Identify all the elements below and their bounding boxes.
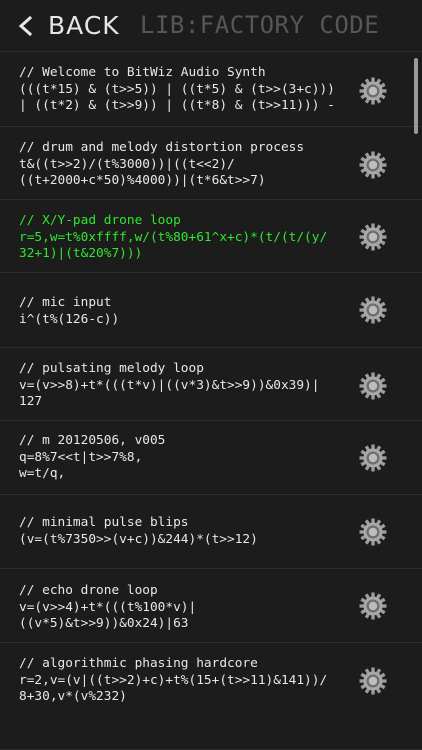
gear-icon[interactable] — [358, 517, 388, 547]
code-snippet: // algorithmic phasing hardcore r=2,v=(v|… — [19, 656, 355, 706]
code-line: w=t/q, — [19, 466, 66, 481]
code-list-item[interactable]: // m 20120506, v005 q=8%7<<t|t>>7%8, w=t/q… — [0, 421, 422, 495]
code-list-item[interactable]: // echo drone loop v=(v>>4)+t*(((t%100*v)… — [0, 569, 422, 643]
code-line: // algorithmic phasing hardcore — [19, 656, 258, 671]
back-button[interactable]: BACK — [16, 11, 120, 40]
code-line: v=(v>>4)+t*(((t%100*v)| — [19, 599, 197, 615]
code-line: i^(t%(126-c)) — [19, 311, 120, 327]
code-list-item[interactable]: // minimal pulse blips (v=(t%7350>>(v+c))… — [0, 495, 422, 569]
back-label: BACK — [48, 11, 120, 40]
code-snippet: // echo drone loop v=(v>>4)+t*(((t%100*v)… — [19, 583, 355, 633]
code-line: // m 20120506, v005 — [19, 433, 166, 448]
code-snippet: // minimal pulse blips (v=(t%7350>>(v+c))… — [19, 515, 355, 548]
chevron-left-icon — [18, 15, 33, 36]
code-line: ((v*5)&t>>9))&0x24)|63 — [19, 616, 189, 631]
scrollbar[interactable] — [414, 58, 418, 134]
page-title: LIB:FACTORY CODE — [140, 11, 380, 39]
header-bar: BACK LIB:FACTORY CODE — [0, 0, 422, 52]
code-list-item[interactable]: // mic input i^(t%(126-c)) — [0, 273, 422, 348]
code-line: v=(v>>8)+t*(((t*v)|((v*3)&t>>9))&0x39)| — [19, 377, 320, 393]
code-line: // Welcome to BitWiz Audio Synth — [19, 65, 266, 80]
code-list-item[interactable]: // Welcome to BitWiz Audio Synth (((t*15)… — [0, 52, 422, 127]
code-line: // drum and melody distortion process — [19, 140, 305, 155]
gear-icon[interactable] — [358, 76, 388, 106]
code-list-item[interactable]: // pulsating melody loop v=(v>>8)+t*(((t*… — [0, 348, 422, 421]
code-line: r=2,v=(v|((t>>2)+c)+t%(15+(t>>11)&141))/ — [19, 672, 328, 688]
code-line: // echo drone loop — [19, 583, 158, 598]
gear-icon[interactable] — [358, 591, 388, 621]
code-line: 127 — [19, 394, 43, 409]
code-line: // pulsating melody loop — [19, 361, 204, 376]
code-list-item[interactable]: // drum and melody distortion process t&(… — [0, 127, 422, 200]
gear-icon[interactable] — [358, 666, 388, 696]
code-snippet: // m 20120506, v005 q=8%7<<t|t>>7%8, w=t/q… — [19, 433, 355, 483]
code-line: 8+30,v*(v%232) — [19, 689, 127, 704]
code-snippet: // Welcome to BitWiz Audio Synth (((t*15)… — [19, 65, 355, 115]
code-snippet: // pulsating melody loop v=(v>>8)+t*(((t*… — [19, 361, 355, 411]
code-line: ((t+2000+c*50)%4000))|(t*6&t>>7) — [19, 173, 266, 188]
code-list-item[interactable]: // algorithmic phasing hardcore r=2,v=(v|… — [0, 643, 422, 750]
code-line: t&((t>>2)/(t%3000))|((t<<2)/ — [19, 156, 235, 172]
code-line: r=5,w=t%0xffff,w/(t%80+61^x+c)*(t/(t/(y/ — [19, 229, 328, 245]
gear-icon[interactable] — [358, 150, 388, 180]
code-list-item[interactable]: // X/Y-pad drone loop r=5,w=t%0xffff,w/(t… — [0, 200, 422, 273]
code-line: (v=(t%7350>>(v+c))&244)*(t>>12) — [19, 531, 258, 547]
code-line: (((t*15) & (t>>5)) | ((t*5) & (t>>(3+c))… — [19, 81, 335, 97]
gear-icon[interactable] — [358, 371, 388, 401]
code-line: // X/Y-pad drone loop — [19, 213, 181, 228]
gear-icon[interactable] — [358, 295, 388, 325]
code-line: | ((t*2) & (t>>9)) | ((t*8) & (t>>11))) … — [19, 98, 335, 113]
code-list[interactable]: // Welcome to BitWiz Audio Synth (((t*15)… — [0, 52, 422, 750]
gear-icon[interactable] — [358, 222, 388, 252]
code-snippet: // mic input i^(t%(126-c)) — [19, 295, 355, 328]
gear-icon[interactable] — [358, 443, 388, 473]
code-snippet: // drum and melody distortion process t&(… — [19, 140, 355, 190]
code-line: 32+1)|(t&20%7))) — [19, 246, 143, 261]
code-line: // minimal pulse blips — [19, 515, 189, 530]
code-line: // mic input — [19, 295, 112, 310]
code-line: q=8%7<<t|t>>7%8, — [19, 449, 143, 465]
code-snippet: // X/Y-pad drone loop r=5,w=t%0xffff,w/(t… — [19, 213, 355, 263]
